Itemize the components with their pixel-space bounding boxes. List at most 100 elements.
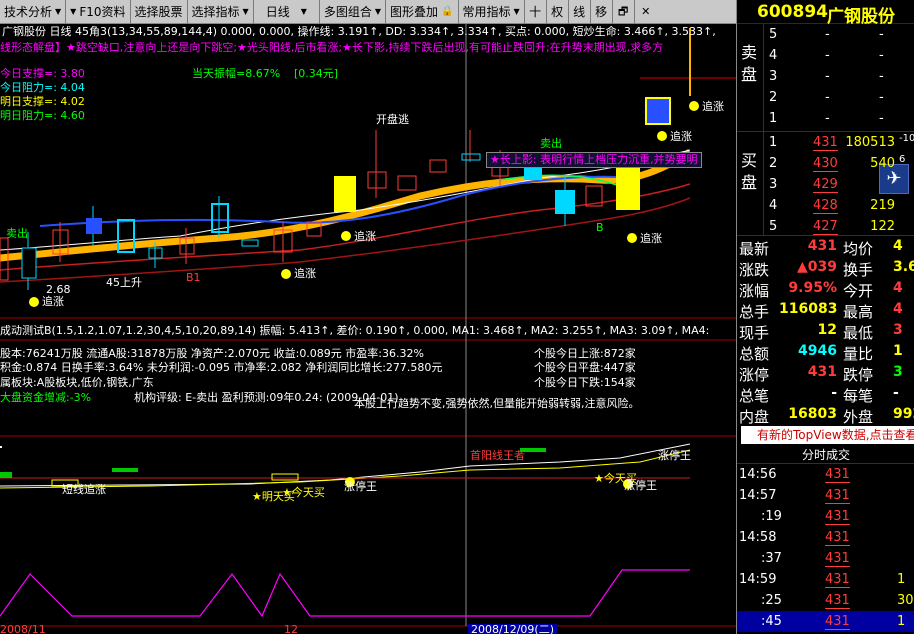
tick-time: :19 <box>761 509 782 524</box>
date-axis-1: 2008/11 <box>0 623 46 634</box>
buy-price: 430 <box>813 156 838 172</box>
tick-price: 431 <box>825 614 850 630</box>
sell-row: 2 - - <box>737 87 914 108</box>
annot-rise: 45上升 <box>106 276 142 289</box>
sell-level: 4 <box>769 48 778 63</box>
stat-row: 涨幅 9.95% 今开 4 <box>737 278 914 300</box>
stat-value: - <box>831 385 837 401</box>
stat-value-2: 1 <box>893 343 903 359</box>
kline-chart[interactable] <box>0 0 736 634</box>
stat-value: 431 <box>807 364 837 380</box>
stat-value: 116083 <box>779 301 838 317</box>
tick-time: 14:58 <box>739 530 777 545</box>
sell-volume: - <box>879 69 884 84</box>
level-resist-tomorrow: 明日阻力=: 4.60 <box>0 109 85 122</box>
quote-panel: 600894 广钢股份 卖盘 5--4--3--2--1-- 买盘 ✈ 1 431… <box>736 0 914 634</box>
sell-volume: - <box>879 27 884 42</box>
stat-row: 总手 116083 最高 4 <box>737 299 914 321</box>
buy-level: 2 <box>769 156 778 171</box>
ind2-label-4: 涨停王 <box>344 480 377 493</box>
indicator-header: 成动测试B(1.5,1.2,1.07,1.2,30,4,5,10,20,89,1… <box>0 325 710 337</box>
ind2-label-5: 首阳线王者 <box>470 449 525 462</box>
stat-label-2: 均价 <box>843 240 874 258</box>
date-axis-2: 12 <box>284 623 298 634</box>
tick-price: 431 <box>825 509 850 525</box>
buy-volume: 180513 <box>845 135 895 150</box>
buy-row: 4 428 219 <box>737 195 914 216</box>
stat-label: 涨停 <box>739 366 770 384</box>
sell-level: 5 <box>769 27 778 42</box>
stock-terminal: { "toolbar":{"items":["技术分析","F10资料","选择… <box>0 0 914 634</box>
tick-time: :45 <box>761 614 782 629</box>
tick-row: 14:58 431 <box>737 527 914 548</box>
buy-change: -10 <box>899 133 914 144</box>
commentary-line: 线形态解盘】★跳空缺口,注意向上还是向下跳空;★光头阳线,后市看涨;★长下影,持… <box>0 42 664 54</box>
stat-label-2: 量比 <box>843 345 874 363</box>
stat-value: 12 <box>817 322 837 338</box>
sell-level: 2 <box>769 90 778 105</box>
buy-row: 2 430 540 6 <box>737 153 914 174</box>
stat-label: 涨幅 <box>739 282 770 300</box>
tick-price: 431 <box>825 551 850 567</box>
buy-level: 4 <box>769 198 778 213</box>
buy-row: 1 431 180513 -10 <box>737 132 914 153</box>
stat-value: 4946 <box>798 343 837 359</box>
stat-value-2: 992 <box>893 406 914 422</box>
buy-price: 427 <box>813 219 838 235</box>
annot-sell-2: 卖出 <box>540 137 562 150</box>
buy-volume: 122 <box>870 219 895 234</box>
stat-label: 涨跌 <box>739 261 770 279</box>
amplitude-label: 当天振幅=8.67% <box>192 67 281 80</box>
market-down: 个股今日下跌:154家 <box>534 376 636 389</box>
annot-sell-1: 卖出 <box>6 227 28 240</box>
stat-label-2: 最高 <box>843 303 874 321</box>
market-flat: 个股今日平盘:447家 <box>534 361 636 374</box>
stat-label-2: 今开 <box>843 282 874 300</box>
stat-value-2: 4 <box>893 301 903 317</box>
tick-price: 431 <box>825 593 850 609</box>
sell-row: 5 - - <box>737 24 914 45</box>
stat-label: 最新 <box>739 240 770 258</box>
stat-value-2: - <box>893 385 899 401</box>
annot-chase-6: 追涨 <box>702 100 724 113</box>
stat-row: 现手 12 最低 3 <box>737 320 914 342</box>
tick-price: 431 <box>825 572 850 588</box>
ind2-label-1: 短线追涨 <box>62 483 106 496</box>
tick-volume: 1 <box>897 572 906 587</box>
sell-row: 1 - - <box>737 108 914 129</box>
buy-price: 428 <box>813 198 838 214</box>
tick-row: :19 431 <box>737 506 914 527</box>
amplitude-value: [0.34元] <box>294 67 339 80</box>
buy-price: 429 <box>813 177 838 193</box>
stat-value-2: 4 <box>893 238 903 254</box>
stat-row: 总笔 - 每笔 - <box>737 383 914 405</box>
annot-kaipantao: 开盘逃 <box>376 113 409 126</box>
stat-row: 涨停 431 跌停 3 <box>737 362 914 384</box>
buy-row: 3 429 <box>737 174 914 195</box>
tick-volume: 1 <box>897 614 906 629</box>
date-axis-cursor: 2008/12/09(二) <box>468 624 557 634</box>
stat-label: 总额 <box>739 345 770 363</box>
tick-price: 431 <box>825 530 850 546</box>
level-resist-today: 今日阻力=: 4.04 <box>0 81 85 94</box>
annot-chase-5: 追涨 <box>670 130 692 143</box>
stat-value-2: 4 <box>893 280 903 296</box>
stat-value-2: 3.6 <box>893 259 914 275</box>
buy-price: 431 <box>813 135 838 151</box>
sell-price: - <box>825 69 830 84</box>
tick-price: 431 <box>825 488 850 504</box>
annot-chase-2: 追涨 <box>294 267 316 280</box>
tick-time: 14:57 <box>739 488 777 503</box>
tick-time: 14:56 <box>739 467 777 482</box>
tick-row: 14:57 431 <box>737 485 914 506</box>
buy-row: 5 427 122 <box>737 216 914 237</box>
buy-change: 6 <box>899 154 906 165</box>
level-support-today: 今日支撑=: 3.80 <box>0 67 85 80</box>
stat-label: 现手 <box>739 324 770 342</box>
buy-volume: 219 <box>870 198 895 213</box>
tick-time: :25 <box>761 593 782 608</box>
tick-time: :37 <box>761 551 782 566</box>
topview-link[interactable]: 有新的TopView数据,点击查看 <box>741 426 914 444</box>
level-support-tomorrow: 明日支撑=: 4.02 <box>0 95 85 108</box>
sell-price: - <box>825 111 830 126</box>
